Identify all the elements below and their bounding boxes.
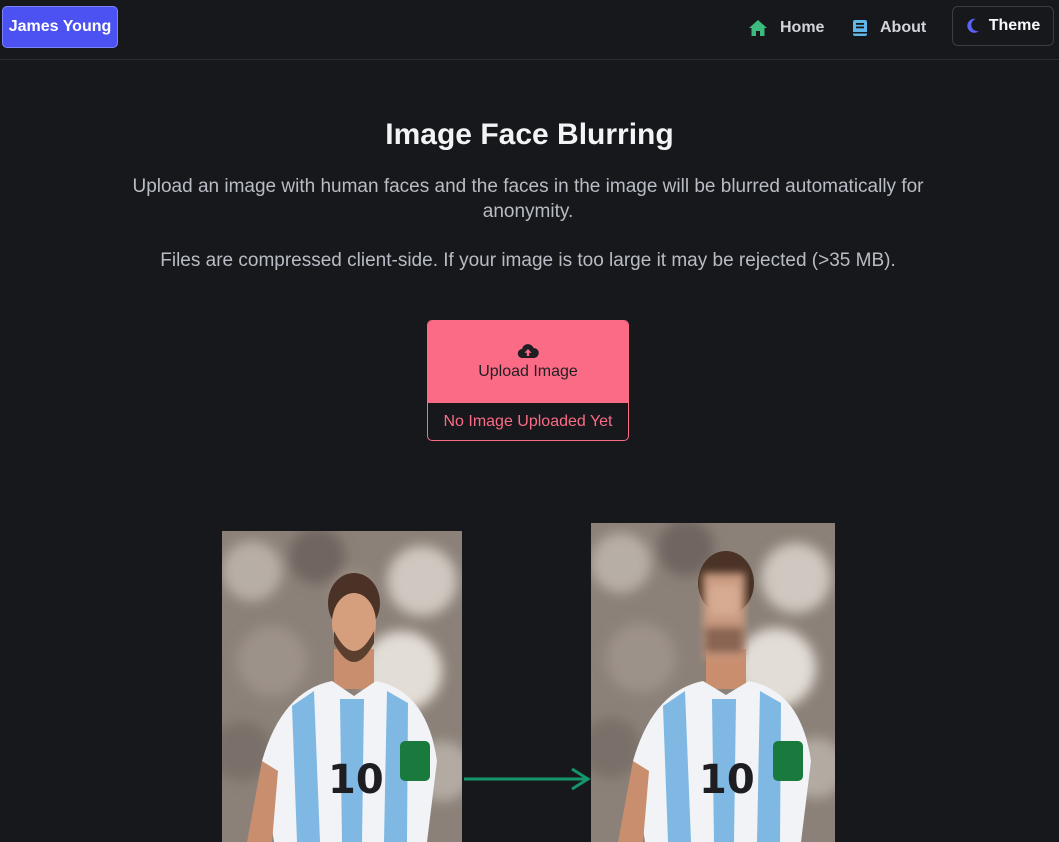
book-icon <box>852 19 868 37</box>
upload-image-button[interactable]: Upload Image <box>428 321 628 403</box>
nav-about-link[interactable]: About <box>852 14 926 42</box>
theme-toggle-button[interactable]: Theme <box>952 6 1054 46</box>
upload-status-text: No Image Uploaded Yet <box>443 412 613 430</box>
home-icon <box>748 19 768 37</box>
nav-home-link[interactable]: Home <box>748 14 824 42</box>
example-photo-face-blurred: 10 <box>591 523 835 842</box>
moon-icon <box>966 18 980 34</box>
page-description: Upload an image with human faces and the… <box>132 176 924 222</box>
svg-text:10: 10 <box>328 757 384 803</box>
example-photo-original: 10 <box>222 531 462 842</box>
upload-panel: Upload Image No Image Uploaded Yet <box>427 320 629 441</box>
page-title: Image Face Blurring <box>385 118 674 151</box>
transform-arrow-icon <box>462 766 592 797</box>
cloud-upload-icon <box>517 343 539 359</box>
nav-home-label: Home <box>780 19 825 36</box>
svg-text:10: 10 <box>699 757 755 803</box>
navbar: James Young Home About Theme <box>0 0 1059 60</box>
theme-label: Theme <box>988 17 1041 34</box>
upload-image-label: Upload Image <box>478 363 578 380</box>
nav-about-label: About <box>880 19 927 36</box>
brand-button[interactable]: James Young <box>2 6 118 48</box>
file-size-note: Files are compressed client-side. If you… <box>160 250 896 271</box>
